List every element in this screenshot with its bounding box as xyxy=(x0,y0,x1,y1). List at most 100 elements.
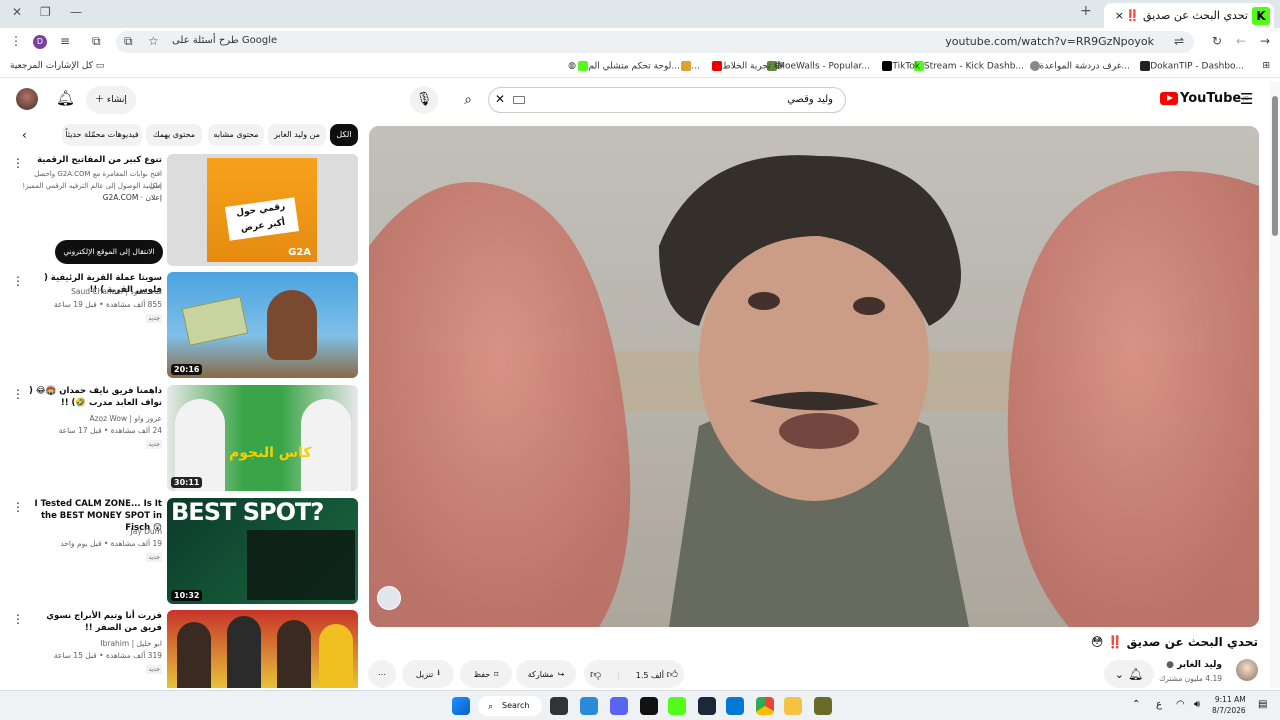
list-item[interactable]: كاس النجوم 30:11 داهمنا فريق نايف حمدان … xyxy=(0,385,362,493)
subscribed-button[interactable]: ⌄ 🔔︎ xyxy=(1104,660,1154,688)
more-options-button[interactable]: ⋯ xyxy=(368,660,396,688)
like-button[interactable]: 1.5 ألف 👍︎ xyxy=(636,668,678,681)
video-thumbnail[interactable]: 20:16 xyxy=(167,272,358,378)
windows-taskbar: Search ⌕ ⌃ ع ◠ 🔊︎ 9:11 AM 8/7/2026 ▤ xyxy=(0,690,1280,720)
app-icon[interactable] xyxy=(580,697,598,715)
install-app-icon[interactable]: ⧉ xyxy=(124,34,133,49)
filter-chips: ‹ الكل من وليد الغابر محتوى مشابه محتوى … xyxy=(0,124,362,148)
bookmark-item[interactable]: غرف دردشة المواعدة... xyxy=(1027,61,1130,72)
bookmark-item[interactable]: تجربة الخلاط 😂 xyxy=(709,61,784,72)
clear-search-icon[interactable]: ✕ xyxy=(495,92,505,106)
video-player[interactable] xyxy=(369,126,1259,627)
close-tab-icon[interactable]: × xyxy=(1115,9,1124,22)
kick-app-icon[interactable] xyxy=(668,697,686,715)
close-window-icon[interactable]: ✕ xyxy=(12,5,22,19)
search-icon: ⌕ xyxy=(464,92,472,108)
more-horizontal-icon: ⋯ xyxy=(378,669,386,679)
steam-icon[interactable] xyxy=(698,697,716,715)
discord-icon[interactable] xyxy=(610,697,628,715)
chip-from-channel[interactable]: من وليد الغابر xyxy=(268,124,326,146)
chrome-icon[interactable] xyxy=(756,697,774,715)
more-actions-icon[interactable]: ⋮ xyxy=(12,274,24,288)
new-badge: جديد xyxy=(146,314,162,323)
all-bookmarks[interactable]: كل الإشارات المرجعية ▭ xyxy=(10,61,104,71)
media-control-icon[interactable]: ≡ xyxy=(60,34,70,48)
download-button[interactable]: تنزيل ⭳ xyxy=(402,660,454,688)
bookmark-item[interactable]: Stream - Kick Dashb... xyxy=(911,61,1024,72)
profile-avatar[interactable]: D xyxy=(33,35,47,49)
notifications-bell-icon[interactable]: 🔔︎ xyxy=(56,89,75,107)
browser-menu-icon[interactable]: ⋮ xyxy=(10,34,22,48)
language-indicator[interactable]: ع xyxy=(1156,699,1162,710)
task-view-icon[interactable] xyxy=(550,697,568,715)
create-button[interactable]: ＋ إنشاء xyxy=(86,86,136,114)
visit-site-button[interactable]: الانتقال إلى الموقع الإلكتروني xyxy=(55,240,163,264)
more-actions-icon[interactable]: ⋮ xyxy=(12,612,24,626)
file-explorer-icon[interactable] xyxy=(784,697,802,715)
taskbar-clock[interactable]: 9:11 AM 8/7/2026 xyxy=(1212,694,1246,716)
page-scrollbar[interactable] xyxy=(1270,82,1280,688)
chevron-left-icon[interactable]: ‹ xyxy=(22,128,27,142)
more-actions-icon[interactable]: ⋮ xyxy=(12,156,24,170)
save-button[interactable]: حفظ ⌑ xyxy=(460,660,512,688)
minimize-window-icon[interactable]: — xyxy=(70,5,82,19)
channel-name-main[interactable]: وليد الغابر ● xyxy=(1166,660,1222,670)
extensions-icon[interactable]: ⧉ xyxy=(92,34,101,49)
bookmark-item[interactable]: لوحة تحكم متشلي الم... xyxy=(575,61,680,72)
bookmark-item[interactable]: DokanTIP - Dashbo... xyxy=(1137,61,1244,72)
omnibox[interactable]: youtube.com/watch?v=RR9GzNpoyok ⇌ ⧉ ☆ طر… xyxy=(116,31,1194,53)
store-icon[interactable] xyxy=(726,697,744,715)
chip-recently-uploaded[interactable]: فيديوهات محمّلة حديثاً xyxy=(62,124,142,146)
video-thumbnail[interactable]: كاس النجوم 30:11 xyxy=(167,385,358,491)
windows-start-icon[interactable] xyxy=(452,697,470,715)
ad-thumbnail[interactable]: رقمي حول أكبر عرض G2A xyxy=(167,154,358,266)
back-arrow-icon[interactable]: → xyxy=(1260,34,1270,48)
more-actions-icon[interactable]: ⋮ xyxy=(12,500,24,514)
list-item[interactable]: BEST SPOT? 10:32 I Tested CALM ZONE... I… xyxy=(0,498,362,606)
obs-icon[interactable] xyxy=(640,697,658,715)
chip-for-you[interactable]: محتوى يهمك xyxy=(146,124,202,146)
channel-watermark-avatar[interactable] xyxy=(377,586,401,610)
apps-grid-icon[interactable]: ⊞ xyxy=(1262,61,1270,71)
reload-icon[interactable]: ↻ xyxy=(1212,34,1222,48)
hamburger-menu-icon[interactable]: ☰ xyxy=(1240,90,1253,108)
chip-related[interactable]: محتوى مشابه xyxy=(208,124,264,146)
globe-icon[interactable]: ◍ xyxy=(568,61,576,71)
new-tab-button[interactable]: + xyxy=(1080,3,1092,19)
list-item[interactable]: 20:16 سويتا عملة القرية الرئيفية ( فلوس … xyxy=(0,272,362,380)
chip-all[interactable]: الكل xyxy=(330,124,358,146)
list-item[interactable]: فزرت أنا وتيم الأبراج نسوي فريق من الصفر… xyxy=(0,610,362,688)
scrollbar-thumb[interactable] xyxy=(1272,96,1278,236)
dislike-icon[interactable]: 👎︎ xyxy=(590,668,601,681)
volume-icon[interactable]: 🔊︎ xyxy=(1194,699,1200,710)
channel-avatar[interactable] xyxy=(1236,659,1258,681)
search-input[interactable]: ✕ وليد وقصي xyxy=(488,87,846,113)
keyboard-icon[interactable] xyxy=(513,96,525,104)
new-badge: جديد xyxy=(146,553,162,562)
user-avatar[interactable] xyxy=(16,88,38,110)
app-icon[interactable] xyxy=(814,697,832,715)
youtube-logo[interactable]: YouTube JO xyxy=(1160,91,1249,106)
tray-chevron-icon[interactable]: ⌃ xyxy=(1132,699,1140,710)
share-button[interactable]: مشاركة ↪ xyxy=(516,660,576,688)
notification-center-icon[interactable]: ▤ xyxy=(1258,699,1267,710)
site-settings-icon[interactable]: ⇌ xyxy=(1174,34,1184,48)
wifi-icon[interactable]: ◠ xyxy=(1176,699,1185,710)
bookmark-item[interactable]: TikTok xyxy=(879,61,920,72)
search-button[interactable]: ⌕ xyxy=(450,87,486,113)
youtube-header: 🔔︎ ＋ إنشاء 🎙︎ ⌕ ✕ وليد وقصي YouTube JO ☰ xyxy=(0,80,1280,120)
video-thumbnail[interactable]: BEST SPOT? 10:32 xyxy=(167,498,358,604)
duration-badge: 20:16 xyxy=(171,364,203,375)
more-actions-icon[interactable]: ⋮ xyxy=(12,387,24,401)
bookmark-item[interactable]: ... xyxy=(678,61,700,72)
star-icon[interactable]: ☆ xyxy=(148,34,159,48)
voice-search-mic-icon[interactable]: 🎙︎ xyxy=(410,86,438,114)
subscriber-count: 4.19 مليون مشترك xyxy=(1159,674,1222,683)
video-thumbnail[interactable] xyxy=(167,610,358,688)
tab-active[interactable]: K تحدي البحث عن صديق ‼️ 😳 - YouTube × xyxy=(1104,3,1274,28)
google-lens-chip[interactable]: طرح أسئلة على Google xyxy=(172,35,277,46)
restore-window-icon[interactable]: ❐ xyxy=(40,5,51,19)
forward-arrow-icon[interactable]: ← xyxy=(1236,34,1246,48)
ad-item[interactable]: رقمي حول أكبر عرض G2A تنوع كبير من المفات… xyxy=(0,152,362,268)
like-icon: 👍︎ xyxy=(666,667,679,681)
